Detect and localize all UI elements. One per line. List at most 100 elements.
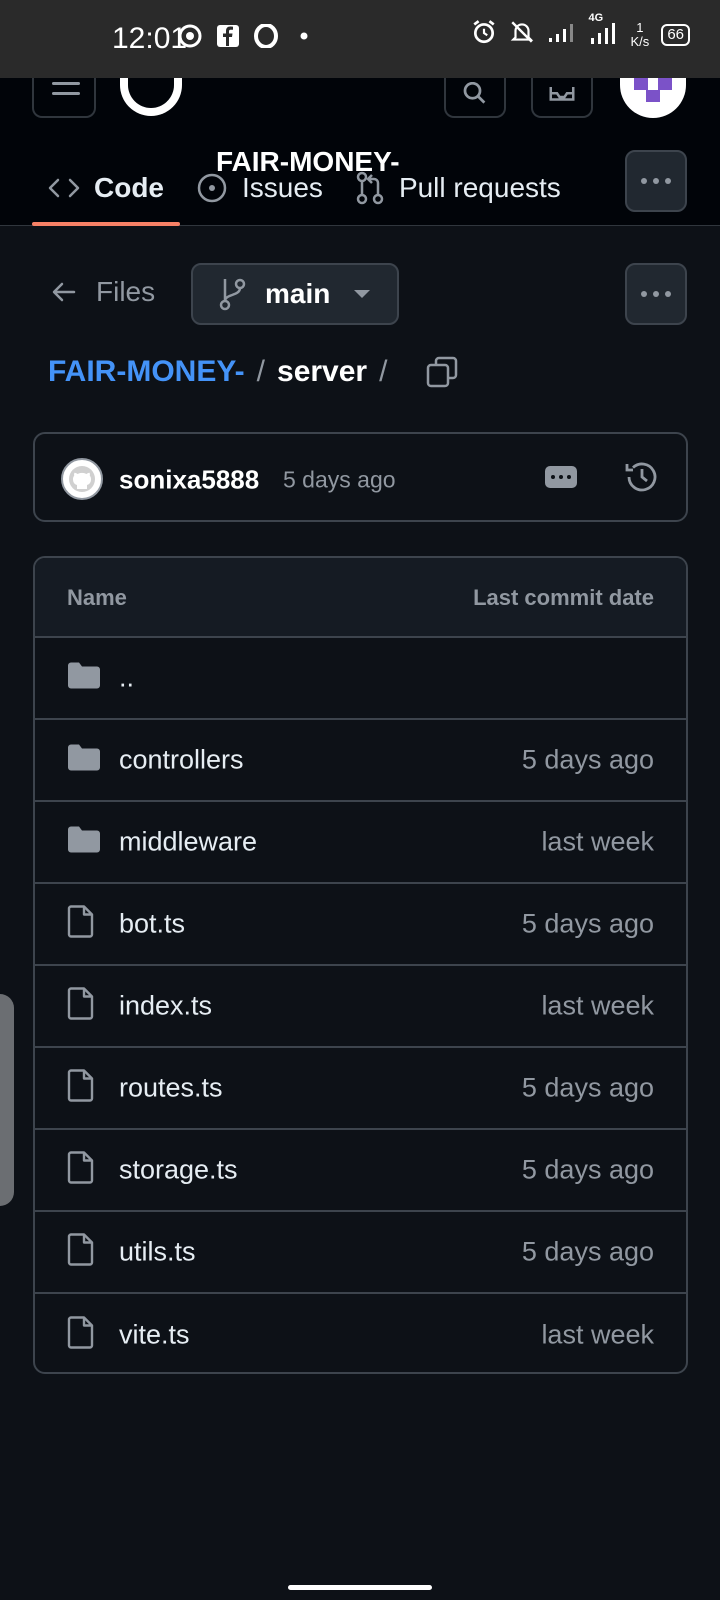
file-icon [67,1233,94,1266]
chevron-down-icon [354,290,371,298]
row-name-link[interactable]: middleware [119,827,257,858]
signal-icon [547,20,577,49]
tab-issues[interactable]: Issues [180,148,339,228]
net-speed: 1 K/s [630,19,650,49]
folder-row[interactable]: controllers 5 days ago [35,720,686,802]
status-time: 12:01 [112,22,188,55]
tab-issues-label: Issues [242,172,323,203]
status-bar: 12:01 4G 1 K/s 66 [0,0,720,78]
row-commit-date: last week [541,826,654,857]
row-commit-date: 5 days ago [521,1154,654,1185]
search-icon [463,82,486,104]
pull-request-icon [356,171,384,205]
folder-icon [68,662,100,689]
row-name-link[interactable]: vite.ts [119,1320,190,1351]
row-commit-date: 5 days ago [521,1236,654,1267]
folder-icon [68,826,100,853]
signal-4g-icon: 4G [589,12,619,51]
arrow-left-icon [52,282,76,302]
tabs-more-button[interactable] [625,150,687,212]
net-speed-unit: K/s [630,33,650,49]
files-label: Files [96,276,156,307]
branch-name: main [265,278,331,309]
row-name-link[interactable]: .. [119,663,134,694]
column-name-header: Name [67,585,127,610]
file-icon [67,1233,95,1272]
commit-time: 5 days ago [283,466,396,493]
inbox-button[interactable] [531,78,593,118]
row-commit-date: last week [541,1319,654,1350]
breadcrumb-repo-link[interactable]: FAIR-MONEY- [48,355,245,389]
user-avatar[interactable] [620,78,686,118]
file-table: Name Last commit date .. controllers 5 day… [33,556,688,1374]
commit-author-avatar[interactable] [61,458,103,500]
breadcrumb-separator-trailing: / [379,355,388,388]
edge-panel-handle[interactable] [0,994,14,1206]
tab-code[interactable]: Code [32,148,180,228]
breadcrumb-current: server [277,355,368,388]
row-name-link[interactable]: routes.ts [119,1073,223,1104]
commit-author[interactable]: sonixa5888 [119,465,259,496]
commit-message-toggle-button[interactable] [545,466,577,488]
mute-bell-icon [509,19,535,50]
notification-icons [178,23,316,53]
app-header: FAIR-MONEY- Code Issues Pull requests [0,78,720,226]
repo-tabs: Code Issues Pull requests [32,148,577,228]
file-row[interactable]: bot.ts 5 days ago [35,884,686,966]
net-speed-value: 1 [636,19,644,35]
column-date-header: Last commit date [473,585,654,610]
breadcrumb: FAIR-MONEY- / server / [48,350,459,394]
branch-selector[interactable]: main [191,263,399,325]
battery-indicator: 66 [661,23,690,46]
github-logo-icon[interactable] [120,78,182,116]
row-name-link[interactable]: utils.ts [119,1237,196,1268]
menu-button[interactable] [32,78,96,118]
copy-path-icon[interactable] [425,355,459,389]
file-row[interactable]: index.ts last week [35,966,686,1048]
file-icon [67,1316,94,1349]
file-icon [67,1316,95,1355]
folder-icon [67,662,101,695]
home-indicator[interactable] [288,1585,432,1590]
tab-pull-requests[interactable]: Pull requests [339,148,577,228]
git-branch-icon [219,278,246,311]
row-commit-date: 5 days ago [521,1072,654,1103]
row-commit-date: 5 days ago [521,744,654,775]
inbox-icon [549,87,575,101]
file-icon [67,1151,95,1190]
facebook-icon [216,24,240,53]
folder-icon [67,826,101,859]
search-button[interactable] [444,78,506,118]
row-commit-date: last week [541,990,654,1021]
row-name-link[interactable]: bot.ts [119,909,185,940]
file-icon [67,1151,94,1184]
github-octocat-icon [69,466,95,492]
latest-commit-box: sonixa5888 5 days ago [33,432,688,522]
more-notifications-dot-icon [292,24,316,53]
file-icon [67,905,94,938]
file-row[interactable]: storage.ts 5 days ago [35,1130,686,1212]
issue-icon [197,173,227,203]
row-name-link[interactable]: index.ts [119,991,212,1022]
tab-pull-requests-label: Pull requests [398,172,561,203]
folder-row[interactable]: middleware last week [35,802,686,884]
alarm-icon [471,19,497,50]
file-row[interactable]: routes.ts 5 days ago [35,1048,686,1130]
file-row[interactable]: utils.ts 5 days ago [35,1212,686,1294]
folder-row[interactable]: .. [35,638,686,720]
files-back-link[interactable]: Files [50,270,155,314]
tab-code-label: Code [94,172,164,203]
folder-icon [68,744,100,771]
file-row[interactable]: vite.ts last week [35,1294,686,1372]
network-type-label: 4G [588,12,604,24]
chrome-icon [178,24,202,53]
opera-icon [254,23,278,53]
file-actions-more-button[interactable] [625,263,687,325]
system-icons: 4G 1 K/s 66 [471,12,690,51]
row-name-link[interactable]: controllers [119,745,244,776]
row-commit-date: 5 days ago [521,908,654,939]
file-icon [67,1069,94,1102]
history-icon[interactable] [623,458,661,496]
row-name-link[interactable]: storage.ts [119,1155,238,1186]
folder-icon [67,744,101,777]
